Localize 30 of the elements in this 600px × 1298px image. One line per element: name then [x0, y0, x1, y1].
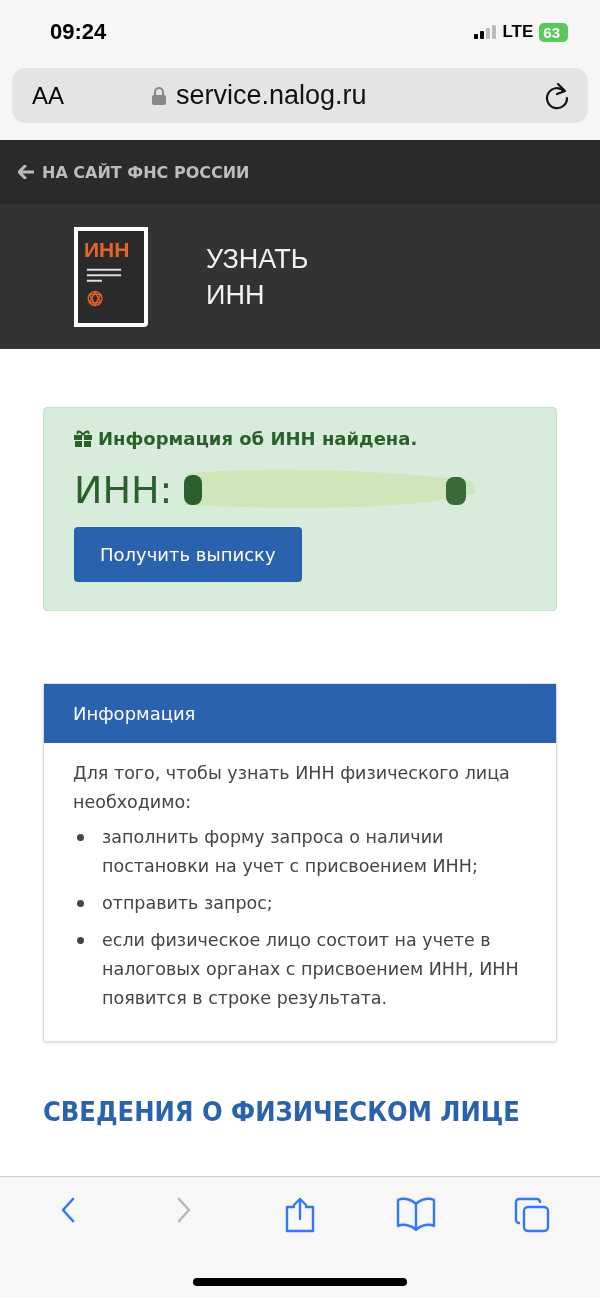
gift-icon [74, 430, 92, 447]
logo-text: ИНН [84, 238, 131, 261]
share-icon[interactable] [284, 1197, 316, 1233]
back-to-site-link[interactable]: НА САЙТ ФНС РОССИИ [18, 162, 250, 182]
lock-icon [152, 86, 166, 105]
section-heading: СВЕДЕНИЯ О ФИЗИЧЕСКОМ ЛИЦЕ [43, 1095, 520, 1129]
page-title: УЗНАТЬ ИНН [206, 242, 309, 312]
success-message: Информация об ИНН найдена. [98, 428, 418, 449]
list-item-text: заполнить форму запроса о наличии постановки на учет с присвоением ИНН; [102, 826, 479, 878]
book-icon[interactable] [396, 1197, 436, 1231]
url-text: service.nalog.ru [176, 80, 367, 111]
text-size-button[interactable]: AA [32, 81, 152, 110]
network-label: LTE [502, 22, 534, 42]
inn-label: ИНН: [74, 468, 173, 512]
back-icon[interactable] [59, 1197, 77, 1223]
list-item-text: если физическое лицо состоит на учете в налоговых органах с присвоением ИНН, ИНН появится в строке результата. [102, 929, 520, 1010]
tabs-icon[interactable] [514, 1197, 550, 1233]
address-bar[interactable]: AA service.nalog.ru [12, 68, 588, 123]
status-time: 09:24 [50, 19, 107, 45]
info-card-header: Информация [44, 684, 556, 743]
bullet-icon [77, 900, 84, 907]
list-item-text: отправить запрос; [102, 892, 273, 915]
battery-level: 63 [539, 22, 568, 42]
signal-icon [474, 25, 497, 39]
bullet-icon [77, 834, 84, 841]
reload-icon[interactable] [544, 81, 570, 110]
arrow-left-icon [18, 165, 34, 179]
bullet-icon [77, 937, 84, 944]
get-statement-button[interactable]: Получить выписку [74, 527, 302, 582]
info-text: Для того, чтобы узнать ИНН физического лица необходимо: [73, 762, 511, 814]
